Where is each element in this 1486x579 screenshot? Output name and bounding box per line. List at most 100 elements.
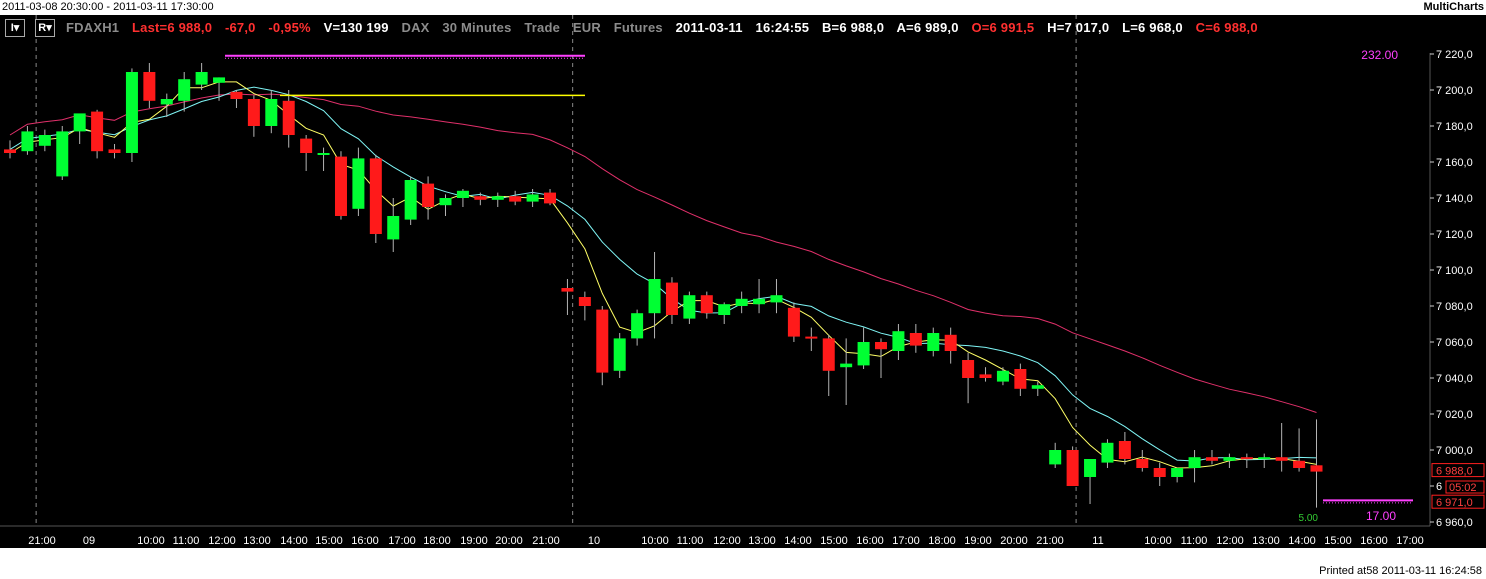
x-tick-label: 10:00 <box>1144 535 1172 547</box>
candle-down <box>578 297 591 306</box>
x-tick-label: 16:00 <box>856 535 884 547</box>
resolution-menu-button[interactable]: R▾ <box>35 19 55 37</box>
status-line: Printed at58 2011-03-11 16:24:58 <box>0 548 1486 579</box>
header-exchange: DAX <box>401 20 430 35</box>
candle-down <box>909 333 922 346</box>
x-tick-label: 20:00 <box>495 535 523 547</box>
header-bid: B=6 988,0 <box>821 20 885 35</box>
candle-down <box>108 149 121 153</box>
x-tick-label: 15:00 <box>1324 535 1352 547</box>
header-high: H=7 017,0 <box>1047 20 1110 35</box>
countdown-tag: 05:02 <box>1445 480 1485 494</box>
candle-down <box>369 158 382 234</box>
candle-up <box>1171 468 1184 477</box>
last-price-tag: 6 988,0 <box>1431 463 1485 478</box>
x-tick-label: 15:00 <box>315 535 343 547</box>
candle-down <box>1153 468 1166 477</box>
y-tick-label: 7 100,0 <box>1436 265 1473 277</box>
candle-up <box>927 333 940 351</box>
y-tick-label: 7 080,0 <box>1436 301 1473 313</box>
candle-down <box>4 149 16 153</box>
x-tick-label: 16:00 <box>1360 535 1388 547</box>
candle-down <box>334 156 347 216</box>
candle-up <box>840 363 853 368</box>
low-price-tag-text: 6 971,0 <box>1436 497 1473 509</box>
candle-up <box>631 313 644 339</box>
candle-down <box>962 360 975 378</box>
candle-up <box>21 131 34 152</box>
candle-up <box>195 72 208 85</box>
candle-up <box>735 298 748 306</box>
green-label: 5.00 <box>1299 513 1319 524</box>
magenta-top-label: 232.00 <box>1361 48 1398 62</box>
candle-up <box>317 153 330 155</box>
candle-down <box>282 100 295 135</box>
candle-up <box>683 295 696 319</box>
candle-up <box>1223 457 1236 461</box>
x-tick-label: 17:00 <box>1396 535 1424 547</box>
y-tick-label: 7 220,0 <box>1436 49 1473 61</box>
header-currency: EUR <box>572 20 601 35</box>
candle-down <box>787 307 800 337</box>
candle-up <box>73 113 86 132</box>
candle-up <box>613 338 626 371</box>
x-tick-label: 15:00 <box>820 535 848 547</box>
x-tick-label: 16:00 <box>351 535 379 547</box>
candle-down <box>422 183 435 207</box>
price-chart[interactable]: 6 960,06 980,07 000,07 020,07 040,07 060… <box>0 15 1486 548</box>
candle-up <box>1049 450 1062 465</box>
magenta-bottom-label: 17.00 <box>1366 509 1396 523</box>
y-tick-label: 7 000,0 <box>1436 445 1473 457</box>
candle-down <box>1118 441 1131 459</box>
y-tick-label: 7 160,0 <box>1436 157 1473 169</box>
header-ask: A=6 989,0 <box>896 20 959 35</box>
y-tick-label: 7 140,0 <box>1436 193 1473 205</box>
candle-up <box>526 194 539 202</box>
chart-window[interactable]: 6 960,06 980,07 000,07 020,07 040,07 060… <box>0 15 1486 548</box>
candle-down <box>1014 369 1027 389</box>
last-price-tag-text: 6 988,0 <box>1436 466 1473 478</box>
candle-up <box>648 279 661 314</box>
y-tick-label: 7 180,0 <box>1436 121 1473 133</box>
candle-up <box>56 131 69 177</box>
header-date: 2011-03-11 <box>675 20 743 35</box>
candle-down <box>247 99 260 126</box>
candle-down <box>561 288 574 292</box>
header-last: Last=6 988,0 <box>132 20 213 35</box>
x-tick-label: 13:00 <box>243 535 271 547</box>
x-tick-label: 21:00 <box>28 535 56 547</box>
candle-up <box>160 99 173 105</box>
x-tick-label: 12:00 <box>713 535 741 547</box>
candles-group <box>4 63 1323 508</box>
x-tick-label: 13:00 <box>748 535 776 547</box>
header-symbol: FDAXH1 <box>66 20 120 35</box>
header-low: L=6 968,0 <box>1122 20 1183 35</box>
header-time: 16:24:55 <box>755 20 810 35</box>
header-volume: V=130 199 <box>323 20 389 35</box>
x-tick-label: 21:00 <box>1036 535 1064 547</box>
indicator-menu-button[interactable]: I▾ <box>5 19 25 37</box>
candle-up <box>387 216 400 240</box>
candle-down <box>1275 457 1288 461</box>
candle-up <box>1084 459 1097 477</box>
header-change: -67,0 <box>224 20 256 35</box>
header-open: O=6 991,5 <box>971 20 1035 35</box>
candle-down <box>1293 460 1306 468</box>
candle-up <box>178 79 191 101</box>
candle-down <box>979 374 992 378</box>
candle-up <box>265 99 278 126</box>
x-tick-label: 11 <box>1092 535 1103 547</box>
header-data-type: Trade <box>524 20 561 35</box>
title-bar: 2011-03-08 20:30:00 - 2011-03-11 17:30:0… <box>0 0 1486 15</box>
range-title: 2011-03-08 20:30:00 - 2011-03-11 17:30:0… <box>2 1 214 13</box>
candle-down <box>1066 450 1079 486</box>
candle-down <box>1310 465 1323 472</box>
candle-down <box>822 338 835 371</box>
x-tick-label: 10 <box>588 535 600 547</box>
symbol-header: FDAXH1 Last=6 988,0 -67,0 -0,95% V=130 1… <box>66 20 1267 35</box>
y-tick-label: 7 040,0 <box>1436 373 1473 385</box>
candle-down <box>665 282 678 315</box>
candle-up <box>718 304 731 315</box>
candle-up <box>1258 457 1271 460</box>
candle-down <box>143 72 156 101</box>
